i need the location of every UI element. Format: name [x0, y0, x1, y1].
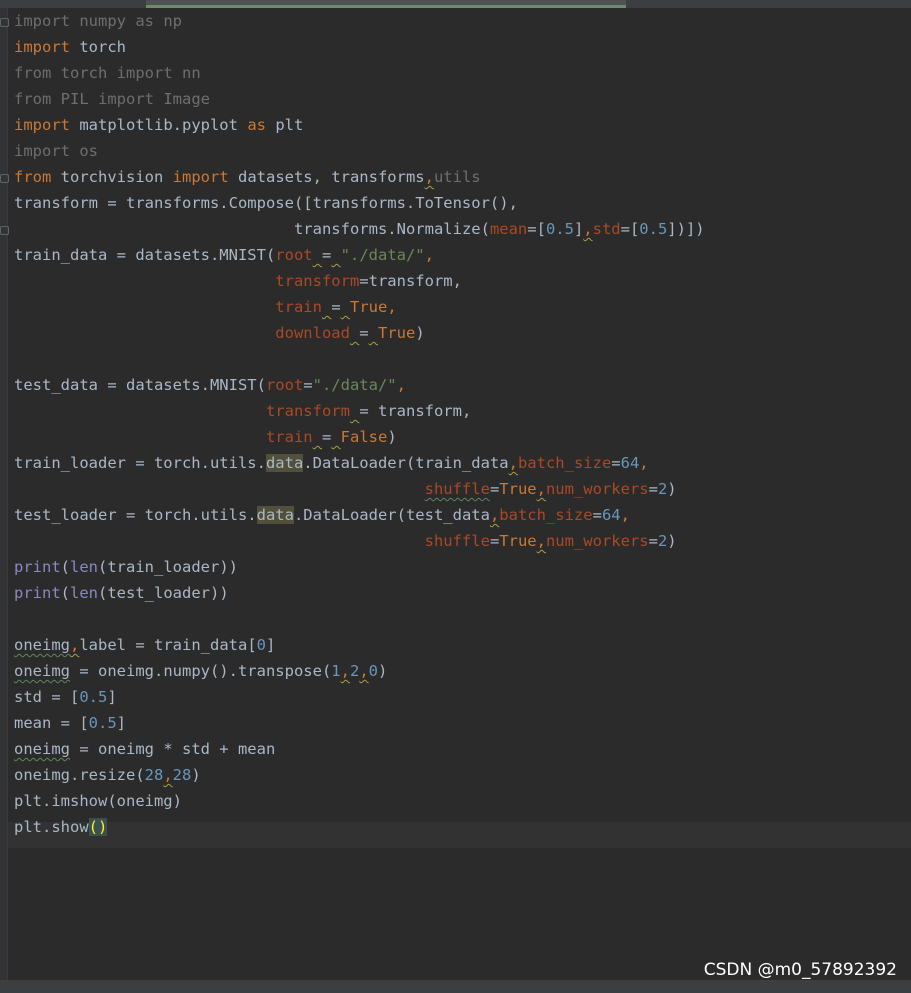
fold-icon[interactable]	[0, 226, 9, 235]
matched-parens: ()	[88, 818, 108, 836]
code-line-22: print(len(train_loader))	[14, 558, 238, 576]
code-line-23: print(len(test_loader))	[14, 584, 229, 602]
code-line-27: std = [0.5]	[14, 688, 117, 706]
code-line-4: from PIL import Image	[14, 90, 210, 108]
code-line-16: transform = transform,	[265, 402, 472, 420]
code-line-21: shuffle=True,num_workers=2)	[424, 532, 677, 550]
code-line-12: train = True,	[275, 298, 397, 316]
code-line-30: oneimg.resize(28,28)	[14, 766, 201, 784]
code-line-26: oneimg = oneimg.numpy().transpose(1,2,0)	[14, 662, 388, 680]
editor-gutter[interactable]	[0, 8, 9, 980]
code-line-19: shuffle=True,num_workers=2)	[424, 480, 677, 498]
code-line-11: transform=transform,	[275, 272, 462, 290]
code-line-31: plt.imshow(oneimg)	[14, 792, 182, 810]
code-line-20: test_loader = torch.utils.data.DataLoade…	[14, 506, 630, 524]
fold-icon[interactable]	[0, 174, 9, 183]
code-line-18: train_loader = torch.utils.data.DataLoad…	[14, 454, 649, 472]
code-line-6: import os	[14, 142, 98, 160]
code-line-1: import numpy as np	[14, 12, 182, 30]
code-line-9: transforms.Normalize(mean=[0.5],std=[0.5…	[293, 220, 705, 238]
code-line-15: test_data = datasets.MNIST(root="./data/…	[14, 376, 406, 394]
code-line-28: mean = [0.5]	[14, 714, 126, 732]
horizontal-scrollbar[interactable]	[0, 980, 911, 993]
code-line-32: plt.show()	[14, 818, 108, 836]
code-line-8: transform = transforms.Compose([transfor…	[14, 194, 518, 212]
editor-tab-bar[interactable]	[0, 0, 911, 8]
code-line-29: oneimg = oneimg * std + mean	[14, 740, 276, 758]
code-line-25: oneimg,label = train_data[0]	[14, 636, 276, 654]
fold-icon[interactable]	[0, 18, 9, 27]
code-line-5: import matplotlib.pyplot as plt	[14, 116, 304, 134]
code-line-7: from torchvision import datasets, transf…	[14, 168, 481, 186]
code-line-17: train = False)	[265, 428, 397, 446]
csdn-watermark: CSDN @m0_57892392	[703, 960, 897, 980]
code-line-10: train_data = datasets.MNIST(root = "./da…	[14, 246, 434, 264]
code-line-2: import torch	[14, 38, 126, 56]
code-line-3: from torch import nn	[14, 64, 201, 82]
code-editor[interactable]: import numpy as np import torch from tor…	[14, 8, 911, 980]
code-line-13: download = True)	[275, 324, 425, 342]
